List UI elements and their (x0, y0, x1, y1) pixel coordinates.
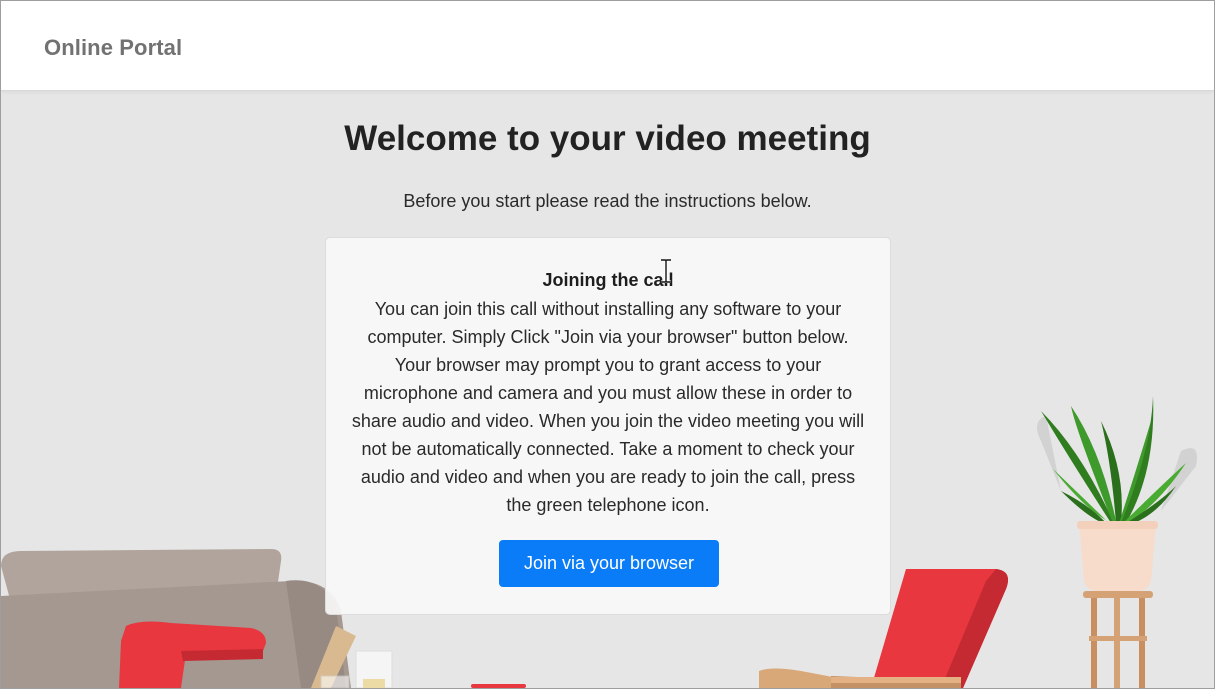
top-header: Online Portal (1, 1, 1214, 91)
portal-brand: Online Portal (44, 35, 183, 60)
card-instructions-text: You can join this call without installin… (351, 299, 865, 515)
page-subtitle: Before you start please read the instruc… (403, 191, 812, 211)
sofa-illustration (1, 549, 356, 688)
text-cursor-icon (661, 259, 671, 283)
card-title: Joining the call (542, 270, 674, 290)
browser-frame: Online Portal Welcome to your video meet… (0, 0, 1215, 689)
plant-illustration (1041, 396, 1186, 688)
join-via-browser-button[interactable]: Join via your browser (499, 540, 719, 587)
instructions-card: Joining the call You can join this call … (325, 237, 891, 615)
red-cushion-illustration (471, 684, 526, 688)
page-title: Welcome to your video meeting (344, 119, 871, 158)
